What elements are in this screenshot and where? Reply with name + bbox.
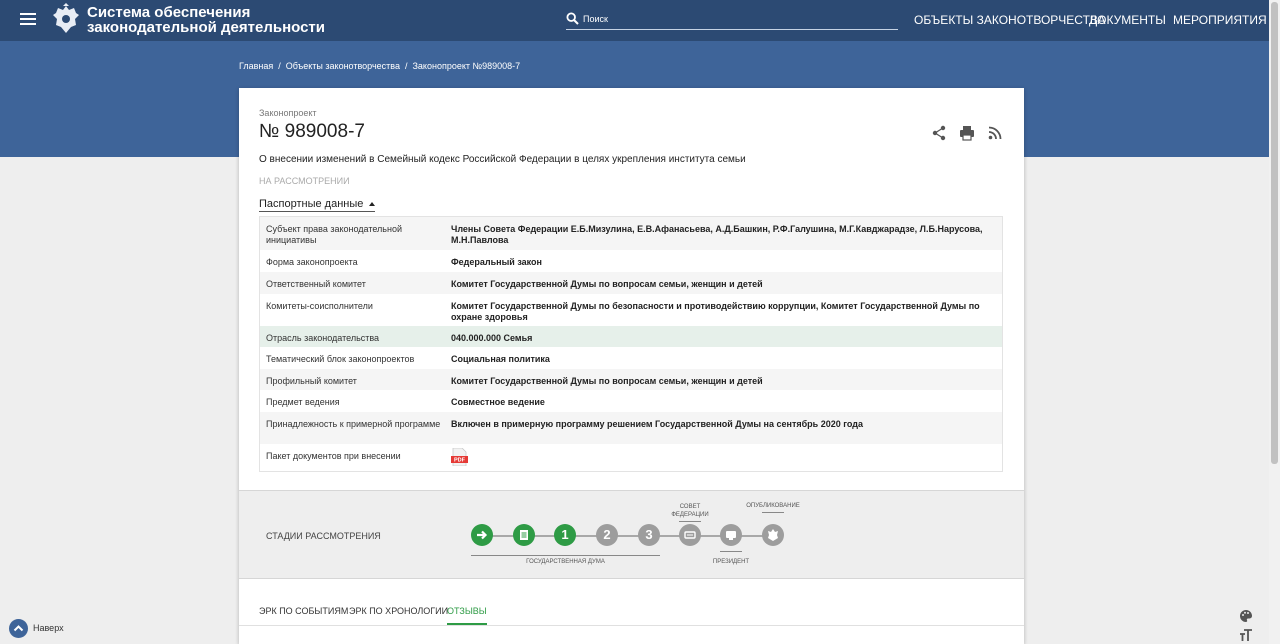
breadcrumb-current: Законопроект №989008-7 xyxy=(412,61,521,71)
row-value: Члены Совета Федерации Е.Б.Мизулина, Е.В… xyxy=(451,224,983,245)
stage-second-reading[interactable]: 2 xyxy=(596,524,618,546)
row-value: Комитет Государственной Думы по вопросам… xyxy=(451,376,763,386)
council-caption: СОВЕТ ФЕДЕРАЦИИ xyxy=(665,503,715,519)
palette-icon[interactable] xyxy=(1239,609,1253,623)
nav-events[interactable]: МЕРОПРИЯТИЯ xyxy=(1173,13,1267,27)
scrollbar[interactable] xyxy=(1269,0,1280,644)
stages-panel: СТАДИИ РАССМОТРЕНИЯ 1 2 3 ГОСУДАРСТВЕННА… xyxy=(239,490,1024,579)
duma-bracket xyxy=(471,555,660,556)
breadcrumb-section[interactable]: Объекты законотворчества xyxy=(286,61,400,71)
president-bracket xyxy=(720,551,742,552)
row-label: Ответственный комитет xyxy=(266,279,366,289)
tab-chronology[interactable]: ЭРК ПО ХРОНОЛОГИИ xyxy=(349,606,448,616)
emblem-icon xyxy=(768,529,778,541)
row-value: Комитет Государственной Думы по вопросам… xyxy=(451,279,763,289)
table-row: Субъект права законодательной инициативы… xyxy=(260,217,1002,250)
tab-events[interactable]: ЭРК ПО СОБЫТИЯМ xyxy=(259,606,348,616)
passport-toggle[interactable]: Паспортные данные xyxy=(259,198,376,212)
stage-president[interactable] xyxy=(720,524,742,546)
row-value: Социальная политика xyxy=(451,354,550,364)
document-list-icon xyxy=(520,530,528,540)
table-row: Предмет ведения Совместное ведение xyxy=(260,390,1002,412)
table-row: Форма законопроекта Федеральный закон xyxy=(260,250,1002,272)
search-bar xyxy=(566,10,898,30)
nav-documents[interactable]: ДОКУМЕНТЫ xyxy=(1089,13,1166,27)
arrow-right-icon xyxy=(477,530,488,540)
share-icon[interactable] xyxy=(931,125,947,141)
row-value: Федеральный закон xyxy=(451,257,542,267)
table-row: Отрасль законодательства 040.000.000 Сем… xyxy=(260,326,1002,347)
table-row: Пакет документов при внесении PDF xyxy=(260,444,1002,471)
row-label: Отрасль законодательства xyxy=(266,333,380,343)
stage-first-reading[interactable]: 1 xyxy=(554,524,576,546)
stages-label: СТАДИИ РАССМОТРЕНИЯ xyxy=(266,531,381,541)
search-input[interactable] xyxy=(583,12,893,26)
bill-type: Законопроект xyxy=(259,108,317,118)
top-bar: Система обеспечения законодательной деят… xyxy=(0,0,1269,41)
coat-of-arms-icon xyxy=(53,3,79,33)
table-row: Профильный комитет Комитет Государственн… xyxy=(260,369,1002,390)
chevron-up-icon xyxy=(9,619,28,638)
table-row: Тематический блок законопроектов Социаль… xyxy=(260,347,1002,369)
pdf-file-icon[interactable]: PDF xyxy=(451,448,468,466)
nav-lawmaking-objects[interactable]: ОБЪЕКТЫ ЗАКОНОТВОРЧЕСТВА xyxy=(914,13,1106,27)
row-value: Совместное ведение xyxy=(451,397,545,407)
row-label: Принадлежность к примерной программе xyxy=(266,419,441,429)
stage-publication[interactable] xyxy=(762,524,784,546)
council-caption-line2: ФЕДЕРАЦИИ xyxy=(671,512,709,518)
site-title-line1: Система обеспечения xyxy=(87,4,251,21)
stage-federation-council[interactable] xyxy=(679,524,701,546)
bill-status: НА РАССМОТРЕНИИ xyxy=(259,176,350,186)
site-title-line2: законодательной деятельности xyxy=(87,19,326,36)
breadcrumb: Главная / Объекты законотворчества / Законоп… xyxy=(239,61,520,71)
council-caption-line1: СОВЕТ xyxy=(679,504,701,510)
council-bracket xyxy=(679,521,701,522)
svg-text:PDF: PDF xyxy=(454,458,466,464)
bill-description: О внесении изменений в Семейный кодекс Р… xyxy=(259,154,746,165)
row-label: Пакет документов при внесении xyxy=(266,451,401,461)
site-title[interactable]: Система обеспечения законодательной деят… xyxy=(87,5,325,35)
scrollbar-thumb[interactable] xyxy=(1271,2,1278,464)
breadcrumb-home[interactable]: Главная xyxy=(239,61,273,71)
table-row: Комитеты-соисполнители Комитет Государст… xyxy=(260,294,1002,326)
breadcrumb-separator: / xyxy=(278,61,281,71)
back-to-top-label: Наверх xyxy=(33,623,64,633)
council-icon xyxy=(684,531,696,539)
row-value: Включен в примерную программу решением Г… xyxy=(451,419,863,429)
stage-preliminary[interactable] xyxy=(513,524,535,546)
tabs-bar: ЭРК ПО СОБЫТИЯМ ЭРК ПО ХРОНОЛОГИИ ОТЗЫВЫ xyxy=(239,598,1024,626)
text-size-icon[interactable] xyxy=(1239,628,1253,642)
stage-third-reading[interactable]: 3 xyxy=(638,524,660,546)
print-icon[interactable] xyxy=(959,125,975,141)
bill-number: № 989008-7 xyxy=(259,121,365,142)
bill-card: Законопроект № 989008-7 О внесении измен… xyxy=(239,88,1024,644)
row-label: Предмет ведения xyxy=(266,397,340,407)
stage-introduction[interactable] xyxy=(471,524,493,546)
row-label: Тематический блок законопроектов xyxy=(266,354,415,364)
search-icon[interactable] xyxy=(566,12,579,25)
publication-caption: ОПУБЛИКОВАНИЕ xyxy=(746,503,800,509)
signature-icon xyxy=(726,531,736,540)
passport-table: Субъект права законодательной инициативы… xyxy=(259,216,1003,472)
breadcrumb-separator: / xyxy=(404,61,408,71)
rss-icon[interactable] xyxy=(987,125,1003,141)
menu-icon[interactable] xyxy=(20,13,36,25)
tab-reviews[interactable]: ОТЗЫВЫ xyxy=(447,606,487,625)
publication-bracket xyxy=(762,512,784,513)
row-label: Комитеты-соисполнители xyxy=(266,301,373,311)
row-value: Комитет Государственной Думы по безопасн… xyxy=(451,301,980,322)
caret-up-icon xyxy=(369,202,376,207)
row-label: Профильный комитет xyxy=(266,376,357,386)
president-caption: ПРЕЗИДЕНТ xyxy=(712,559,750,565)
row-value: 040.000.000 Семья xyxy=(451,333,533,343)
row-label: Форма законопроекта xyxy=(266,257,358,267)
table-row: Принадлежность к примерной программе Вкл… xyxy=(260,412,1002,444)
row-label: Субъект права законодательной инициативы xyxy=(266,224,403,245)
duma-caption: ГОСУДАРСТВЕННАЯ ДУМА xyxy=(526,559,605,565)
table-row: Ответственный комитет Комитет Государств… xyxy=(260,272,1002,294)
passport-toggle-label: Паспортные данные xyxy=(259,198,364,210)
